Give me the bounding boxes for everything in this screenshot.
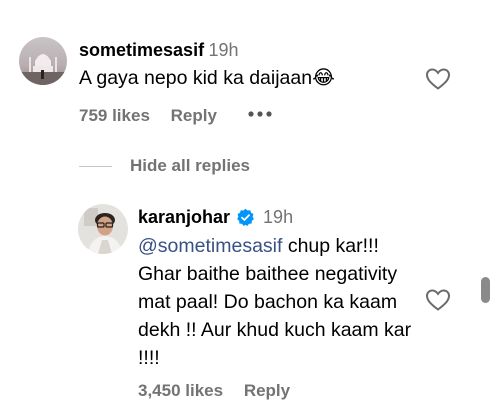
reply-timestamp: 19h xyxy=(263,207,294,227)
heart-outline-icon[interactable] xyxy=(425,67,451,91)
comment-header: sometimesasif 19h xyxy=(79,40,239,61)
more-horizontal-icon[interactable] xyxy=(247,102,273,126)
reply-actions: 3,450 likes Reply xyxy=(138,381,306,401)
laughing-emoji: 😂 xyxy=(312,67,335,89)
reply-username[interactable]: karanjohar xyxy=(138,207,230,228)
previous-item-cutoff xyxy=(60,0,180,2)
heart-outline-icon[interactable] xyxy=(425,288,451,312)
mention-link[interactable]: @sometimesasif xyxy=(138,235,282,257)
reply-button[interactable]: Reply xyxy=(171,106,217,125)
avatar[interactable] xyxy=(78,204,128,254)
comment-actions: 759 likes Reply xyxy=(79,106,233,126)
reply-text: @sometimesasif chup kar!!! Ghar baithe b… xyxy=(138,232,413,372)
reply-button[interactable]: Reply xyxy=(244,381,290,400)
verified-badge-icon xyxy=(236,208,255,227)
hide-replies-button[interactable]: Hide all replies xyxy=(130,156,250,176)
avatar[interactable] xyxy=(19,37,67,85)
comment-body: A gaya nepo kid ka daijaan xyxy=(79,67,313,89)
reply-header: karanjohar 19h xyxy=(138,207,293,228)
reply-likes-count[interactable]: 3,450 likes xyxy=(138,381,223,400)
scrollbar-thumb[interactable] xyxy=(481,277,490,303)
comment-timestamp: 19h xyxy=(208,40,239,60)
comment-likes-count[interactable]: 759 likes xyxy=(79,106,150,125)
comment-username[interactable]: sometimesasif xyxy=(79,40,204,60)
comment-text: A gaya nepo kid ka daijaan😂 xyxy=(79,64,335,92)
replies-divider xyxy=(79,166,112,167)
